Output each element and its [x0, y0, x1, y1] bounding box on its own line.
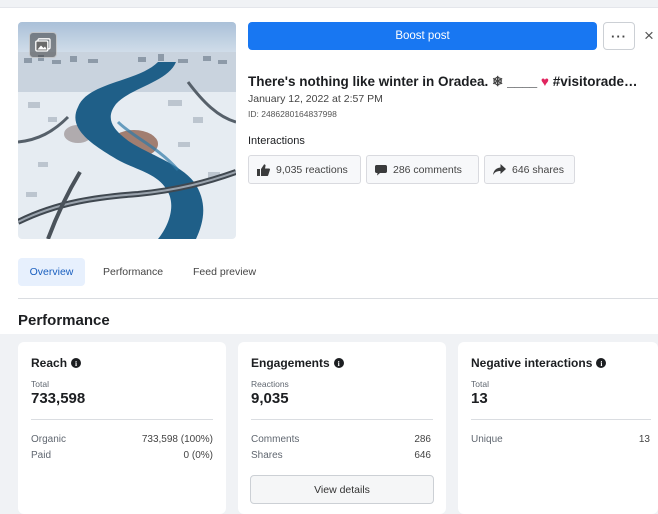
negative-total: 13	[471, 390, 488, 407]
reach-organic-label: Organic	[31, 434, 67, 445]
negative-unique-value: 13	[638, 434, 650, 445]
comments-count: 286 comments	[393, 163, 462, 176]
post-date: January 12, 2022 at 2:57 PM	[248, 93, 383, 105]
engagements-sub-label: Reactions	[251, 379, 289, 389]
negative-unique-label: Unique	[471, 434, 503, 445]
post-image[interactable]	[18, 22, 236, 239]
top-strip	[0, 0, 658, 8]
reach-organic-value: 733,598 (100%)	[141, 434, 213, 445]
post-title: There's nothing like winter in Oradea. ❄…	[248, 74, 658, 90]
negative-interactions-card: Negative interactions i Total 13 Unique …	[458, 342, 658, 514]
reach-sub-label: Total	[31, 379, 49, 389]
info-icon[interactable]: i	[71, 358, 82, 368]
card-divider	[251, 419, 433, 420]
negative-sub-label: Total	[471, 379, 489, 389]
interactions-label: Interactions	[248, 135, 305, 147]
more-options-button[interactable]: ···	[603, 22, 635, 50]
shares-count: 646 shares	[512, 163, 564, 176]
post-title-blank: ____	[507, 74, 538, 89]
engagements-title: Engagements i	[251, 356, 344, 370]
share-icon	[493, 164, 506, 175]
negative-title-label: Negative interactions	[471, 356, 593, 370]
close-icon[interactable]: ×	[640, 24, 658, 48]
shares-chip[interactable]: 646 shares	[484, 155, 575, 184]
engagements-title-label: Engagements	[251, 356, 330, 370]
info-icon[interactable]: i	[333, 358, 344, 368]
reach-title: Reach i	[31, 356, 82, 370]
gallery-icon	[29, 32, 57, 58]
info-icon[interactable]: i	[596, 358, 607, 368]
card-divider	[471, 419, 651, 420]
reach-title-label: Reach	[31, 356, 68, 370]
reach-paid-value: 0 (0%)	[183, 450, 213, 461]
heart-icon: ♥	[540, 74, 549, 89]
comments-chip[interactable]: 286 comments	[366, 155, 479, 184]
engagements-shares-label: Shares	[251, 450, 283, 461]
tab-overview[interactable]: Overview	[18, 258, 85, 286]
tab-feed-preview[interactable]: Feed preview	[193, 258, 256, 286]
engagements-comments-label: Comments	[251, 434, 300, 445]
reach-paid-label: Paid	[31, 450, 52, 461]
section-heading: Performance	[18, 312, 110, 329]
post-id: ID: 2486280164837998	[248, 109, 337, 119]
engagements-comments-value: 286	[414, 434, 431, 445]
reach-total: 733,598	[31, 390, 86, 407]
boost-post-button[interactable]: Boost post	[248, 22, 597, 50]
thumbs-up-icon	[257, 163, 270, 176]
engagements-card: Engagements i Reactions 9,035 Comments 2…	[238, 342, 446, 514]
reactions-count: 9,035 reactions	[276, 163, 348, 176]
view-details-button[interactable]: View details	[250, 475, 434, 504]
reach-card: Reach i Total 733,598 Organic 733,598 (1…	[18, 342, 226, 514]
reactions-chip[interactable]: 9,035 reactions	[248, 155, 361, 184]
post-title-text: There's nothing like winter in Oradea.	[248, 74, 489, 89]
tabs-divider	[18, 298, 658, 299]
engagements-total: 9,035	[251, 390, 289, 407]
snowflake-icon: ❄	[492, 74, 504, 89]
post-hashtag[interactable]: #visitorade…	[553, 74, 638, 89]
engagements-shares-value: 646	[414, 450, 431, 461]
comment-icon	[375, 164, 387, 176]
negative-title: Negative interactions i	[471, 356, 607, 370]
card-divider	[31, 419, 213, 420]
tab-performance[interactable]: Performance	[103, 258, 163, 286]
